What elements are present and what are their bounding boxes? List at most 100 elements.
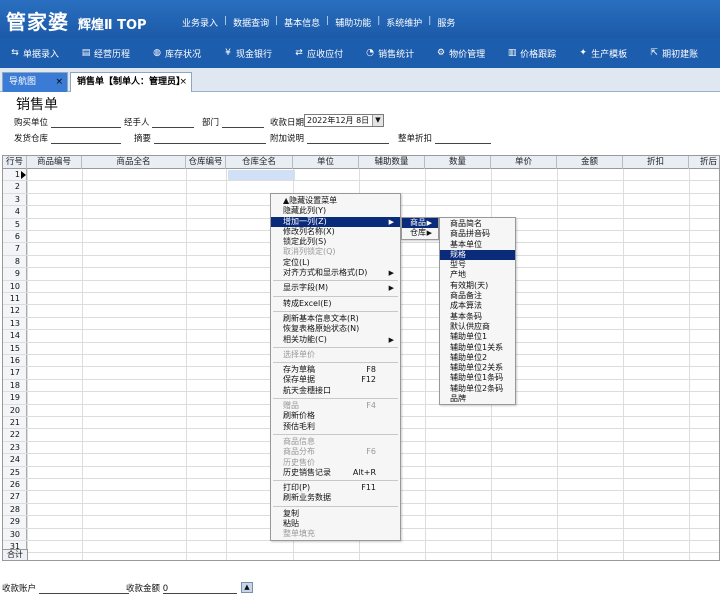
export-icon: ⇱	[650, 48, 658, 58]
menu-item[interactable]: 商品备注	[440, 291, 515, 301]
menu-item[interactable]: 商品简名	[440, 219, 515, 229]
menu-item[interactable]: 产地	[440, 270, 515, 280]
column-header[interactable]: 金额	[557, 156, 623, 169]
table-row[interactable]: 31	[3, 541, 719, 554]
toolbar-button[interactable]: ⇆ 单据录入	[10, 47, 59, 60]
menu-item[interactable]: 定位(L)	[271, 258, 400, 268]
menu-item[interactable]: 商品 ▶	[402, 218, 438, 229]
toolbar-button[interactable]: ◔ 销售统计	[365, 47, 414, 60]
menu-item[interactable]: 航天金穗接口	[271, 386, 400, 396]
account-input[interactable]	[38, 584, 129, 594]
menu-item[interactable]: 基本单位	[440, 240, 515, 250]
menu-item[interactable]: 刷新价格	[271, 411, 400, 421]
menu-item[interactable]: 型号	[440, 260, 515, 270]
tab-sales-order[interactable]: 销售单【制单人：管理员】 ×	[70, 72, 192, 92]
menu-item[interactable]: 相关功能(C) ▶	[271, 335, 400, 345]
amount-input[interactable]: 0	[162, 584, 237, 594]
menu-item[interactable]: 存为草稿 F8	[271, 365, 400, 375]
menu-item[interactable]: 辅助单位1条码	[440, 373, 515, 383]
toolbar-button[interactable]: ▥ 价格跟踪	[507, 47, 556, 60]
production-icon: ✦	[579, 48, 587, 58]
column-header[interactable]: 仓库编号	[186, 156, 226, 169]
menu-item[interactable]: 有效期(天)	[440, 281, 515, 291]
date-picker[interactable]: 2022年12月 8日 ▼	[304, 114, 384, 127]
menu-item[interactable]: 商品拼音码	[440, 229, 515, 239]
table-row[interactable]: 1	[3, 169, 719, 182]
handler-input[interactable]	[152, 118, 195, 128]
toolbar-button[interactable]: ▤ 经营历程	[81, 47, 130, 60]
menu-item[interactable]: 仓库 ▶	[402, 228, 438, 238]
column-header[interactable]: 仓库全名	[226, 156, 293, 169]
toolbar-button[interactable]: ⚙ 物价管理	[436, 47, 485, 60]
expand-up-icon[interactable]: ▲	[241, 582, 253, 593]
column-header[interactable]: 商品全名	[82, 156, 186, 169]
toolbar-button[interactable]: ⇱ 期初建账	[649, 47, 698, 60]
column-header[interactable]: 单位	[293, 156, 359, 169]
toolbar-button[interactable]: ◍ 库存状况	[152, 47, 201, 60]
menu-item[interactable]: 刷新基本信息文本(R)	[271, 314, 400, 324]
top-menu-item[interactable]: 系统维护	[386, 16, 422, 29]
menu-item[interactable]: 默认供应商	[440, 322, 515, 332]
summary-input[interactable]	[153, 134, 266, 144]
table-row[interactable]: 2	[3, 181, 719, 194]
top-menu-item[interactable]: 辅助功能	[335, 16, 371, 29]
column-header[interactable]: 数量	[425, 156, 491, 169]
menu-item[interactable]: 预估毛利	[271, 422, 400, 432]
column-header[interactable]: 折后	[689, 156, 719, 169]
menu-item[interactable]: 辅助单位2条码	[440, 384, 515, 394]
chevron-right-icon: ▶	[388, 269, 394, 278]
menu-item[interactable]: ▲隐藏设置菜单	[271, 196, 400, 206]
menu-item-label: 整单填充	[283, 529, 315, 539]
menu-item-label: 规格	[450, 249, 466, 259]
menu-item[interactable]: 修改列名称(X)	[271, 227, 400, 237]
chevron-down-icon[interactable]: ▼	[372, 115, 383, 126]
menu-item-label: 打印(P)	[283, 483, 311, 493]
menu-item[interactable]: 成本算法	[440, 301, 515, 311]
remark-input[interactable]	[306, 134, 389, 144]
column-header[interactable]: 行号	[3, 156, 27, 169]
menu-item[interactable]: 增加一列(Z) ▶	[271, 216, 400, 227]
column-header[interactable]: 折扣	[623, 156, 689, 169]
top-menu-item[interactable]: 服务	[437, 16, 455, 29]
column-header[interactable]: 辅助数量	[359, 156, 425, 169]
menu-item[interactable]: 打印(P) F11	[271, 483, 400, 493]
toolbar-button[interactable]: ✦ 生产模板	[578, 47, 627, 60]
buyer-input[interactable]	[50, 118, 121, 128]
menu-item[interactable]: 规格	[440, 249, 515, 261]
menu-item[interactable]: 基本条码	[440, 312, 515, 322]
top-menu-item[interactable]: 基本信息	[284, 16, 320, 29]
menu-item[interactable]: 转成Excel(E)	[271, 299, 400, 309]
top-menu-item[interactable]: 数据查询	[233, 16, 269, 29]
menu-item[interactable]: 粘贴	[271, 519, 400, 529]
toolbar-button[interactable]: ⇄ 应收应付	[294, 47, 343, 60]
warehouse-input[interactable]	[50, 134, 121, 144]
close-icon[interactable]: ×	[179, 73, 187, 92]
dept-input[interactable]	[221, 118, 264, 128]
menu-item[interactable]: 锁定此列(S)	[271, 237, 400, 247]
menu-item: 商品分布 F6	[271, 447, 400, 457]
menu-item[interactable]: 保存单据 F12	[271, 375, 400, 385]
box-icon: ◍	[153, 48, 161, 58]
column-header[interactable]: 商品编号	[27, 156, 82, 169]
menu-item[interactable]: 刷新业务数据	[271, 493, 400, 503]
menu-item[interactable]: 辅助单位1关系	[440, 343, 515, 353]
discount-input[interactable]	[434, 134, 491, 144]
menu-item[interactable]: 恢复表格原始状态(N)	[271, 324, 400, 334]
menu-item[interactable]: 隐藏此列(Y)	[271, 206, 400, 216]
menu-item[interactable]: 显示字段(M) ▶	[271, 283, 400, 293]
menu-item[interactable]: 复制	[271, 509, 400, 519]
menu-item[interactable]: 对齐方式和显示格式(D) ▶	[271, 268, 400, 278]
summary-label: 摘要	[134, 134, 152, 144]
menu-item[interactable]: 辅助单位1	[440, 332, 515, 342]
tab-navigation[interactable]: 导航图 ×	[2, 72, 68, 92]
menu-item[interactable]: 辅助单位2	[440, 353, 515, 363]
top-menu-item[interactable]: 业务录入	[182, 16, 218, 29]
menu-item[interactable]: 历史销售记录 Alt+R	[271, 468, 400, 478]
menu-item-shortcut: F8	[366, 365, 376, 375]
toolbar-button[interactable]: ¥ 现金银行	[223, 47, 272, 60]
menu-item[interactable]: 品牌	[440, 394, 515, 404]
remark-label: 附加说明	[270, 134, 305, 144]
column-header[interactable]: 单价	[491, 156, 557, 169]
close-icon[interactable]: ×	[55, 73, 63, 92]
menu-item[interactable]: 辅助单位2关系	[440, 363, 515, 373]
